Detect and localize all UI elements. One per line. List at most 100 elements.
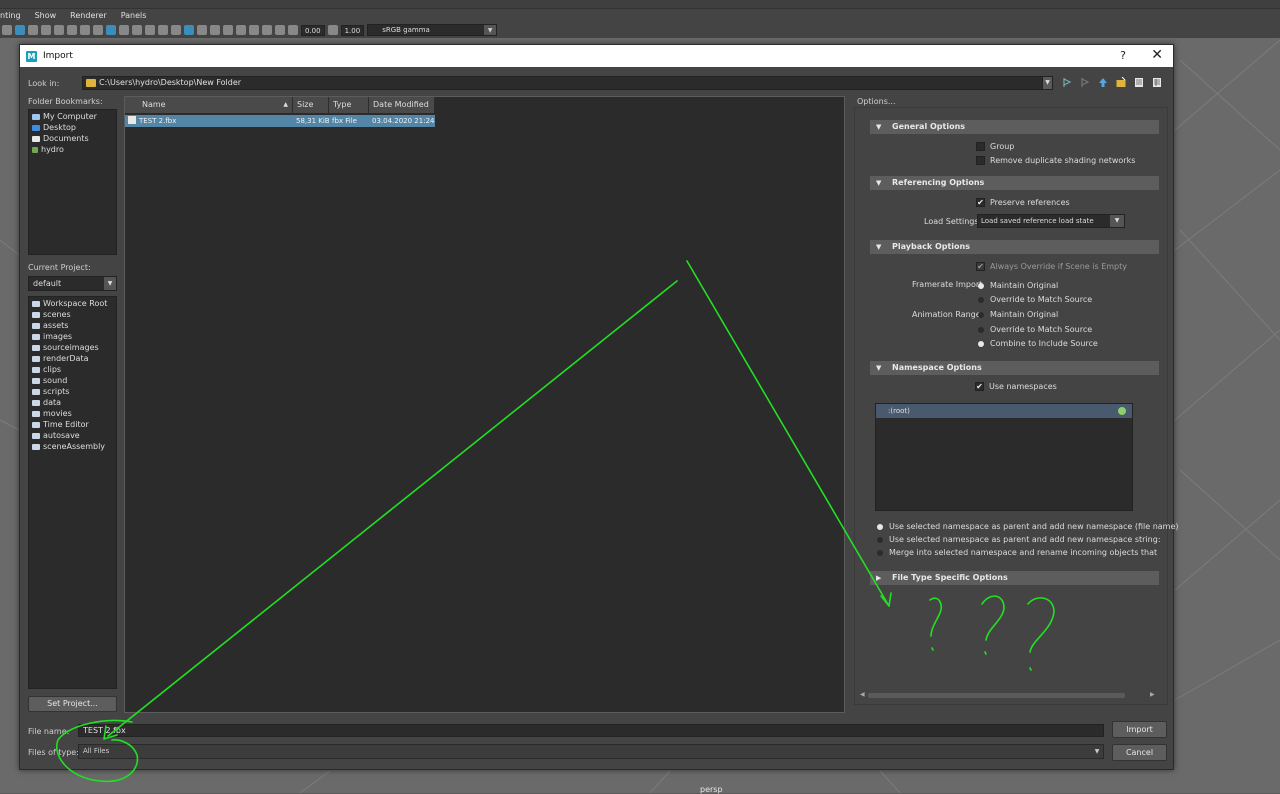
current-project-select[interactable]: default ▼ xyxy=(28,276,117,291)
group-checkbox[interactable] xyxy=(976,142,985,151)
grid-icon[interactable] xyxy=(15,25,25,35)
exposure-field[interactable]: 0.00 xyxy=(301,24,325,36)
project-folder[interactable]: movies xyxy=(32,409,72,418)
forward-icon[interactable] xyxy=(1080,77,1090,88)
set-project-button[interactable]: Set Project... xyxy=(28,696,117,712)
column-header-date[interactable]: Date Modified xyxy=(369,97,435,113)
files-of-type-select[interactable]: All Files ▼ xyxy=(78,744,1104,759)
preserve-references-checkbox[interactable]: ✔ xyxy=(976,198,985,207)
project-folder-label: Workspace Root xyxy=(43,299,108,308)
smooth-shade-icon[interactable] xyxy=(106,25,116,35)
textured-icon[interactable] xyxy=(132,25,142,35)
look-in-combo[interactable]: C:\Users\hydro\Desktop\New Folder xyxy=(82,76,1052,90)
namespace-options-section[interactable]: ▼ Namespace Options xyxy=(870,361,1159,375)
playback-options-section[interactable]: ▼ Playback Options xyxy=(870,240,1159,254)
file-type-options-section[interactable]: ▶ File Type Specific Options xyxy=(870,571,1159,585)
xray-icon[interactable] xyxy=(249,25,259,35)
menu-renderer[interactable]: Renderer xyxy=(70,11,107,20)
list-view-icon[interactable] xyxy=(1134,77,1144,88)
menu-lighting[interactable]: nting xyxy=(0,11,21,20)
default-material-icon[interactable] xyxy=(119,25,129,35)
bookmark-documents[interactable]: Documents xyxy=(32,134,89,143)
anim-range-combine-radio[interactable] xyxy=(978,341,984,347)
remove-duplicate-checkbox[interactable] xyxy=(976,156,985,165)
namespace-choice-radio-1[interactable] xyxy=(877,524,883,530)
framerate-maintain-radio[interactable] xyxy=(978,283,984,289)
menu-panels[interactable]: Panels xyxy=(121,11,147,20)
project-folder[interactable]: clips xyxy=(32,365,61,374)
xray-joints-icon[interactable] xyxy=(262,25,272,35)
select-camera-icon[interactable] xyxy=(2,25,12,35)
cancel-button[interactable]: Cancel xyxy=(1112,744,1167,761)
load-settings-select[interactable]: Load saved reference load state ▼ xyxy=(977,214,1125,228)
project-folder[interactable]: images xyxy=(32,332,72,341)
always-override-checkbox[interactable]: ✔ xyxy=(976,262,985,271)
referencing-options-section[interactable]: ▼ Referencing Options xyxy=(870,176,1159,190)
look-in-dropdown-button[interactable]: ▼ xyxy=(1042,76,1053,90)
namespace-root-item[interactable]: :(root) xyxy=(876,404,1132,418)
namespace-choice-radio-2[interactable] xyxy=(877,537,883,543)
project-folder[interactable]: Workspace Root xyxy=(32,299,107,308)
bookmark-label: Desktop xyxy=(43,123,76,132)
new-folder-icon[interactable] xyxy=(1116,77,1126,88)
close-button[interactable]: ✕ xyxy=(1151,47,1163,63)
project-folder[interactable]: sourceimages xyxy=(32,343,99,352)
options-horizontal-scrollbar[interactable]: ◀ ▶ xyxy=(858,691,1155,699)
namespace-choice-radio-3[interactable] xyxy=(877,550,883,556)
general-options-section[interactable]: ▼ General Options xyxy=(870,120,1159,134)
color-space-select[interactable]: sRGB gamma ▼ xyxy=(367,24,498,36)
gamma-icon[interactable] xyxy=(327,25,338,35)
checker-icon[interactable] xyxy=(145,25,155,35)
project-folder[interactable]: scripts xyxy=(32,387,69,396)
shadows-icon[interactable] xyxy=(171,25,181,35)
project-folder[interactable]: scenes xyxy=(32,310,71,319)
lights-icon[interactable] xyxy=(158,25,168,35)
project-folder[interactable]: autosave xyxy=(32,431,80,440)
namespace-tree[interactable]: :(root) xyxy=(875,403,1133,511)
film-gate-icon[interactable] xyxy=(28,25,38,35)
scrollbar-thumb[interactable] xyxy=(868,693,1125,698)
table-row[interactable]: TEST 2.fbx 58,31 KiB fbx File 03.04.2020… xyxy=(125,115,435,127)
column-header-size[interactable]: Size xyxy=(293,97,329,113)
xray-components-icon[interactable] xyxy=(275,25,285,35)
column-header-type[interactable]: Type xyxy=(329,97,369,113)
ambient-occlusion-icon[interactable] xyxy=(184,25,194,35)
gate-mask-icon[interactable] xyxy=(54,25,64,35)
parent-directory-icon[interactable] xyxy=(1098,77,1108,88)
project-folder[interactable]: renderData xyxy=(32,354,89,363)
framerate-override-radio[interactable] xyxy=(978,297,984,303)
isolate-select-icon[interactable] xyxy=(236,25,246,35)
column-header-name[interactable]: Name ▲ xyxy=(125,97,293,113)
bookmark-hydro[interactable]: hydro xyxy=(32,145,64,154)
antialiasing-icon[interactable] xyxy=(210,25,220,35)
project-folder[interactable]: Time Editor xyxy=(32,420,89,429)
detail-view-icon[interactable] xyxy=(1152,77,1162,88)
bookmark-my-computer[interactable]: My Computer xyxy=(32,112,97,121)
project-folder[interactable]: assets xyxy=(32,321,68,330)
safe-action-icon[interactable] xyxy=(80,25,90,35)
folder-icon xyxy=(32,322,40,329)
scroll-left-icon[interactable]: ◀ xyxy=(860,691,865,698)
anim-range-maintain-radio[interactable] xyxy=(978,312,984,318)
use-namespaces-checkbox[interactable]: ✔ xyxy=(975,382,984,391)
scroll-right-icon[interactable]: ▶ xyxy=(1150,691,1155,698)
project-folder[interactable]: sound xyxy=(32,376,67,385)
depth-of-field-icon[interactable] xyxy=(223,25,233,35)
back-icon[interactable] xyxy=(1062,77,1072,88)
wireframe-icon[interactable] xyxy=(93,25,103,35)
exposure-icon[interactable] xyxy=(288,25,298,35)
bookmark-desktop[interactable]: Desktop xyxy=(32,123,76,132)
column-label: Name xyxy=(142,100,166,109)
resolution-gate-icon[interactable] xyxy=(41,25,51,35)
menu-show[interactable]: Show xyxy=(35,11,57,20)
motion-blur-icon[interactable] xyxy=(197,25,207,35)
chevron-down-icon: ▼ xyxy=(1094,748,1100,755)
project-folder[interactable]: sceneAssembly xyxy=(32,442,105,451)
help-button[interactable]: ? xyxy=(1120,49,1126,62)
file-name-input[interactable]: TEST 2.fbx xyxy=(78,724,1104,737)
import-button[interactable]: Import xyxy=(1112,721,1167,738)
gamma-field[interactable]: 1.00 xyxy=(340,24,365,36)
anim-range-override-radio[interactable] xyxy=(978,327,984,333)
field-chart-icon[interactable] xyxy=(67,25,77,35)
project-folder[interactable]: data xyxy=(32,398,61,407)
